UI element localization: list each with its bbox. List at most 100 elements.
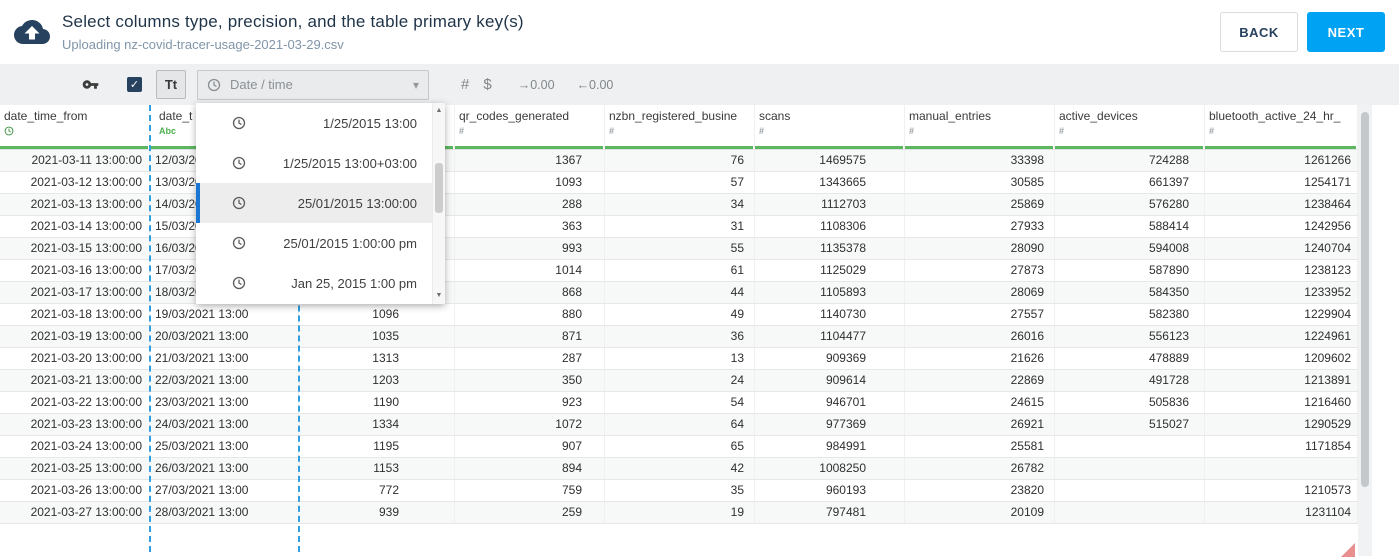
table-cell: 1153 bbox=[299, 458, 455, 479]
column-header[interactable]: active_devices # bbox=[1055, 105, 1205, 150]
column-header[interactable]: qr_codes_generated # bbox=[455, 105, 605, 150]
table-cell: 26921 bbox=[905, 414, 1055, 435]
table-cell: 65 bbox=[605, 436, 755, 457]
table-scrollbar-thumb[interactable] bbox=[1361, 112, 1369, 487]
format-option-label: 25/01/2015 13:00:00 bbox=[297, 195, 417, 211]
format-option-label: 1/25/2015 13:00+03:00 bbox=[282, 155, 417, 171]
next-button[interactable]: NEXT bbox=[1307, 12, 1385, 52]
table-row[interactable]: 2021-03-23 13:00:00 24/03/2021 13:00 1334 1… bbox=[0, 414, 1358, 436]
table-cell: 350 bbox=[455, 370, 605, 391]
column-name: manual_entries bbox=[909, 109, 992, 123]
column-header[interactable]: scans # bbox=[755, 105, 905, 150]
table-cell: 2021-03-14 13:00:00 bbox=[0, 216, 150, 237]
format-option[interactable]: Jan 25, 2015 1:00 pm bbox=[196, 263, 432, 303]
table-cell: 1035 bbox=[299, 326, 455, 347]
number-type-glyph: # bbox=[909, 126, 915, 136]
table-cell: 909369 bbox=[755, 348, 905, 369]
scroll-up-icon[interactable]: ▲ bbox=[433, 105, 445, 117]
table-row[interactable]: 2021-03-22 13:00:00 23/03/2021 13:00 1190 9… bbox=[0, 392, 1358, 414]
table-cell: 1105893 bbox=[755, 282, 905, 303]
table-row[interactable]: 2021-03-26 13:00:00 27/03/2021 13:00 772 75… bbox=[0, 480, 1358, 502]
currency-type-button[interactable]: $ bbox=[483, 76, 491, 93]
menu-scrollbar-thumb[interactable] bbox=[435, 163, 443, 213]
table-cell: 2021-03-13 13:00:00 bbox=[0, 194, 150, 215]
table-row[interactable]: 2021-03-19 13:00:00 20/03/2021 13:00 1035 8… bbox=[0, 326, 1358, 348]
table-cell: 1240704 bbox=[1205, 238, 1358, 259]
table-cell: 54 bbox=[605, 392, 755, 413]
table-cell: 35 bbox=[605, 480, 755, 501]
table-cell: 556123 bbox=[1055, 326, 1205, 347]
table-cell: 993 bbox=[455, 238, 605, 259]
selected-column-boundary-left bbox=[149, 105, 151, 552]
table-cell: 2021-03-23 13:00:00 bbox=[0, 414, 150, 435]
table-row[interactable]: 2021-03-27 13:00:00 28/03/2021 13:00 939 25… bbox=[0, 502, 1358, 524]
format-option[interactable]: 1/25/2015 13:00 bbox=[196, 103, 432, 143]
table-cell: 42 bbox=[605, 458, 755, 479]
format-option[interactable]: 1/25/2015 13:00+03:00 bbox=[196, 143, 432, 183]
table-cell: 2021-03-22 13:00:00 bbox=[0, 392, 150, 413]
table-cell: 19/03/2021 13:00 bbox=[150, 304, 299, 325]
table-scrollbar[interactable] bbox=[1358, 105, 1372, 556]
decrease-decimals-button[interactable]: ←0.00 bbox=[577, 78, 614, 92]
table-cell: 515027 bbox=[1055, 414, 1205, 435]
scroll-down-icon[interactable]: ▼ bbox=[433, 290, 445, 302]
table-cell: 23/03/2021 13:00 bbox=[150, 392, 299, 413]
datetime-format-menu: 1/25/2015 13:00 1/25/2015 13:00+03:00 25/0… bbox=[196, 103, 445, 304]
table-cell: 797481 bbox=[755, 502, 905, 523]
table-cell: 2021-03-15 13:00:00 bbox=[0, 238, 150, 259]
table-cell: 27873 bbox=[905, 260, 1055, 281]
back-button[interactable]: BACK bbox=[1220, 12, 1298, 52]
table-cell: 22/03/2021 13:00 bbox=[150, 370, 299, 391]
column-quality-bar bbox=[455, 146, 603, 149]
table-cell: 960193 bbox=[755, 480, 905, 501]
table-cell: 25869 bbox=[905, 194, 1055, 215]
table-cell: 27/03/2021 13:00 bbox=[150, 480, 299, 501]
table-row[interactable]: 2021-03-24 13:00:00 25/03/2021 13:00 1195 9… bbox=[0, 436, 1358, 458]
table-cell: 13 bbox=[605, 348, 755, 369]
menu-scrollbar[interactable]: ▲ ▼ bbox=[432, 103, 445, 304]
table-cell: 1210573 bbox=[1205, 480, 1358, 501]
table-cell: 33398 bbox=[905, 150, 1055, 171]
number-type-glyph: # bbox=[459, 126, 465, 136]
table-cell: 34 bbox=[605, 194, 755, 215]
column-header[interactable]: bluetooth_active_24_hr_ # bbox=[1205, 105, 1358, 150]
table-cell: 582380 bbox=[1055, 304, 1205, 325]
table-cell: 22869 bbox=[905, 370, 1055, 391]
table-cell: 1104477 bbox=[755, 326, 905, 347]
table-cell: 588414 bbox=[1055, 216, 1205, 237]
table-row[interactable]: 2021-03-20 13:00:00 21/03/2021 13:00 1313 2… bbox=[0, 348, 1358, 370]
table-cell: 1203 bbox=[299, 370, 455, 391]
table-cell: 1093 bbox=[455, 172, 605, 193]
table-cell: 1290529 bbox=[1205, 414, 1358, 435]
table-cell: 21/03/2021 13:00 bbox=[150, 348, 299, 369]
column-name: scans bbox=[759, 109, 791, 123]
table-cell: 2021-03-17 13:00:00 bbox=[0, 282, 150, 303]
table-cell: 57 bbox=[605, 172, 755, 193]
increase-decimals-button[interactable]: →0.00 bbox=[518, 78, 555, 92]
format-option[interactable]: 25/01/2015 1:00:00 pm bbox=[196, 223, 432, 263]
table-cell bbox=[1055, 436, 1205, 457]
number-type-button[interactable]: # bbox=[461, 76, 469, 93]
text-type-button[interactable]: Tt bbox=[156, 70, 186, 99]
include-column-checkbox[interactable]: ✓ bbox=[127, 77, 142, 92]
table-cell bbox=[1055, 502, 1205, 523]
table-cell: 61 bbox=[605, 260, 755, 281]
table-cell: 1008250 bbox=[755, 458, 905, 479]
table-row[interactable]: 2021-03-25 13:00:00 26/03/2021 13:00 1153 8… bbox=[0, 458, 1358, 480]
column-name: bluetooth_active_24_hr_ bbox=[1209, 109, 1341, 123]
column-quality-bar bbox=[1205, 146, 1356, 149]
table-row[interactable]: 2021-03-21 13:00:00 22/03/2021 13:00 1203 3… bbox=[0, 370, 1358, 392]
column-header[interactable]: nzbn_registered_busine # bbox=[605, 105, 755, 150]
table-cell: 26782 bbox=[905, 458, 1055, 479]
format-option[interactable]: 25/01/2015 13:00:00 bbox=[196, 183, 432, 223]
primary-key-icon[interactable] bbox=[82, 76, 99, 93]
wizard-actions: BACK NEXT bbox=[1220, 12, 1385, 52]
datetime-format-select[interactable]: Date / time ▾ bbox=[197, 69, 429, 100]
table-row[interactable]: 2021-03-18 13:00:00 19/03/2021 13:00 1096 8… bbox=[0, 304, 1358, 326]
table-cell: 2021-03-24 13:00:00 bbox=[0, 436, 150, 457]
table-cell: 759 bbox=[455, 480, 605, 501]
column-header[interactable]: date_time_from bbox=[0, 105, 150, 150]
column-header[interactable]: manual_entries # bbox=[905, 105, 1055, 150]
chevron-down-icon: ▾ bbox=[412, 77, 419, 92]
column-quality-bar bbox=[755, 146, 903, 149]
